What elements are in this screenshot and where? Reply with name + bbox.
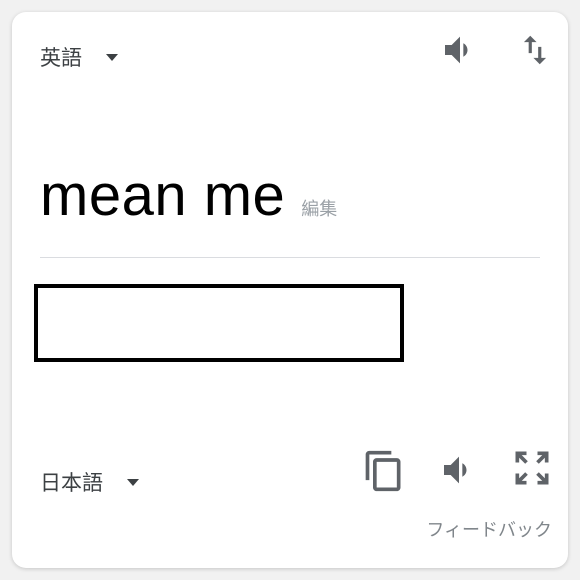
source-text[interactable]: mean me — [40, 162, 285, 229]
fullscreen-icon[interactable] — [510, 446, 554, 490]
feedback-link[interactable]: フィードバック — [426, 516, 552, 542]
source-text-row: mean me 編集 — [40, 162, 337, 229]
edit-link[interactable]: 編集 — [301, 195, 337, 221]
source-speaker-icon[interactable] — [440, 30, 480, 70]
translation-card: 英語 mean me 編集 日本語 フィードバック — [12, 12, 568, 568]
chevron-down-icon — [127, 478, 139, 486]
target-speaker-icon[interactable] — [439, 450, 479, 490]
divider — [40, 257, 540, 258]
swap-languages-icon[interactable] — [516, 30, 554, 70]
target-language-label: 日本語 — [40, 471, 103, 495]
source-language-selector[interactable]: 英語 — [40, 42, 118, 72]
target-language-selector[interactable]: 日本語 — [40, 467, 139, 497]
chevron-down-icon — [106, 53, 118, 61]
redacted-translation-box — [34, 284, 404, 362]
source-language-label: 英語 — [40, 46, 82, 70]
copy-icon[interactable] — [362, 448, 406, 494]
